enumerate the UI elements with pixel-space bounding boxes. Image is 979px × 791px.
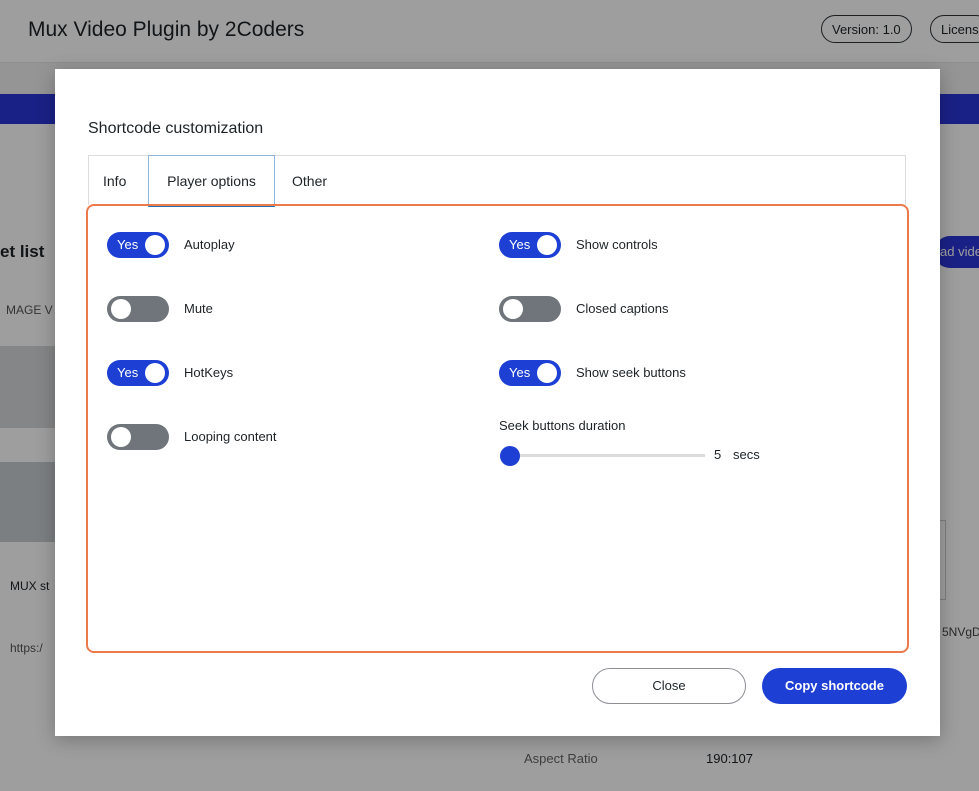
- seek-duration-value: 5: [714, 447, 722, 462]
- modal-title: Shortcode customization: [88, 120, 264, 137]
- seek-duration-slider-thumb[interactable]: [500, 446, 520, 466]
- copy-shortcode-button[interactable]: Copy shortcode: [762, 668, 907, 704]
- tab-info[interactable]: Info: [103, 156, 126, 206]
- show-seek-buttons-label: Show seek buttons: [576, 365, 686, 380]
- toggle-yes-label: Yes: [509, 365, 531, 380]
- mute-label: Mute: [184, 301, 213, 316]
- toggle-yes-label: Yes: [117, 237, 139, 252]
- show-controls-toggle[interactable]: Yes: [499, 232, 561, 258]
- toggle-knob: [537, 363, 557, 383]
- autoplay-toggle[interactable]: Yes: [107, 232, 169, 258]
- tab-other[interactable]: Other: [292, 156, 327, 206]
- closed-captions-toggle[interactable]: [499, 296, 561, 322]
- toggle-yes-label: Yes: [117, 365, 139, 380]
- autoplay-label: Autoplay: [184, 237, 235, 252]
- looping-content-toggle[interactable]: [107, 424, 169, 450]
- toggle-knob: [145, 363, 165, 383]
- close-button[interactable]: Close: [592, 668, 746, 704]
- show-seek-buttons-toggle[interactable]: Yes: [499, 360, 561, 386]
- player-options-panel: Yes Autoplay Mute Yes HotKeys Looping co…: [86, 204, 909, 653]
- hotkeys-label: HotKeys: [184, 365, 234, 380]
- hotkeys-toggle[interactable]: Yes: [107, 360, 169, 386]
- shortcode-modal: Shortcode customization Info Player opti…: [55, 69, 940, 736]
- toggle-yes-label: Yes: [509, 237, 531, 252]
- seek-duration-label: Seek buttons duration: [499, 418, 626, 433]
- toggle-knob: [111, 427, 131, 447]
- tab-player-options[interactable]: Player options: [148, 155, 275, 207]
- toggle-knob: [503, 299, 523, 319]
- mute-toggle[interactable]: [107, 296, 169, 322]
- toggle-knob: [537, 235, 557, 255]
- toggle-knob: [111, 299, 131, 319]
- closed-captions-label: Closed captions: [576, 301, 669, 316]
- toggle-knob: [145, 235, 165, 255]
- tab-bar: Info Player options Other: [88, 155, 906, 207]
- seek-duration-slider-track[interactable]: [507, 454, 705, 457]
- looping-content-label: Looping content: [184, 429, 277, 444]
- show-controls-label: Show controls: [576, 237, 658, 252]
- seek-duration-unit: secs: [733, 447, 760, 462]
